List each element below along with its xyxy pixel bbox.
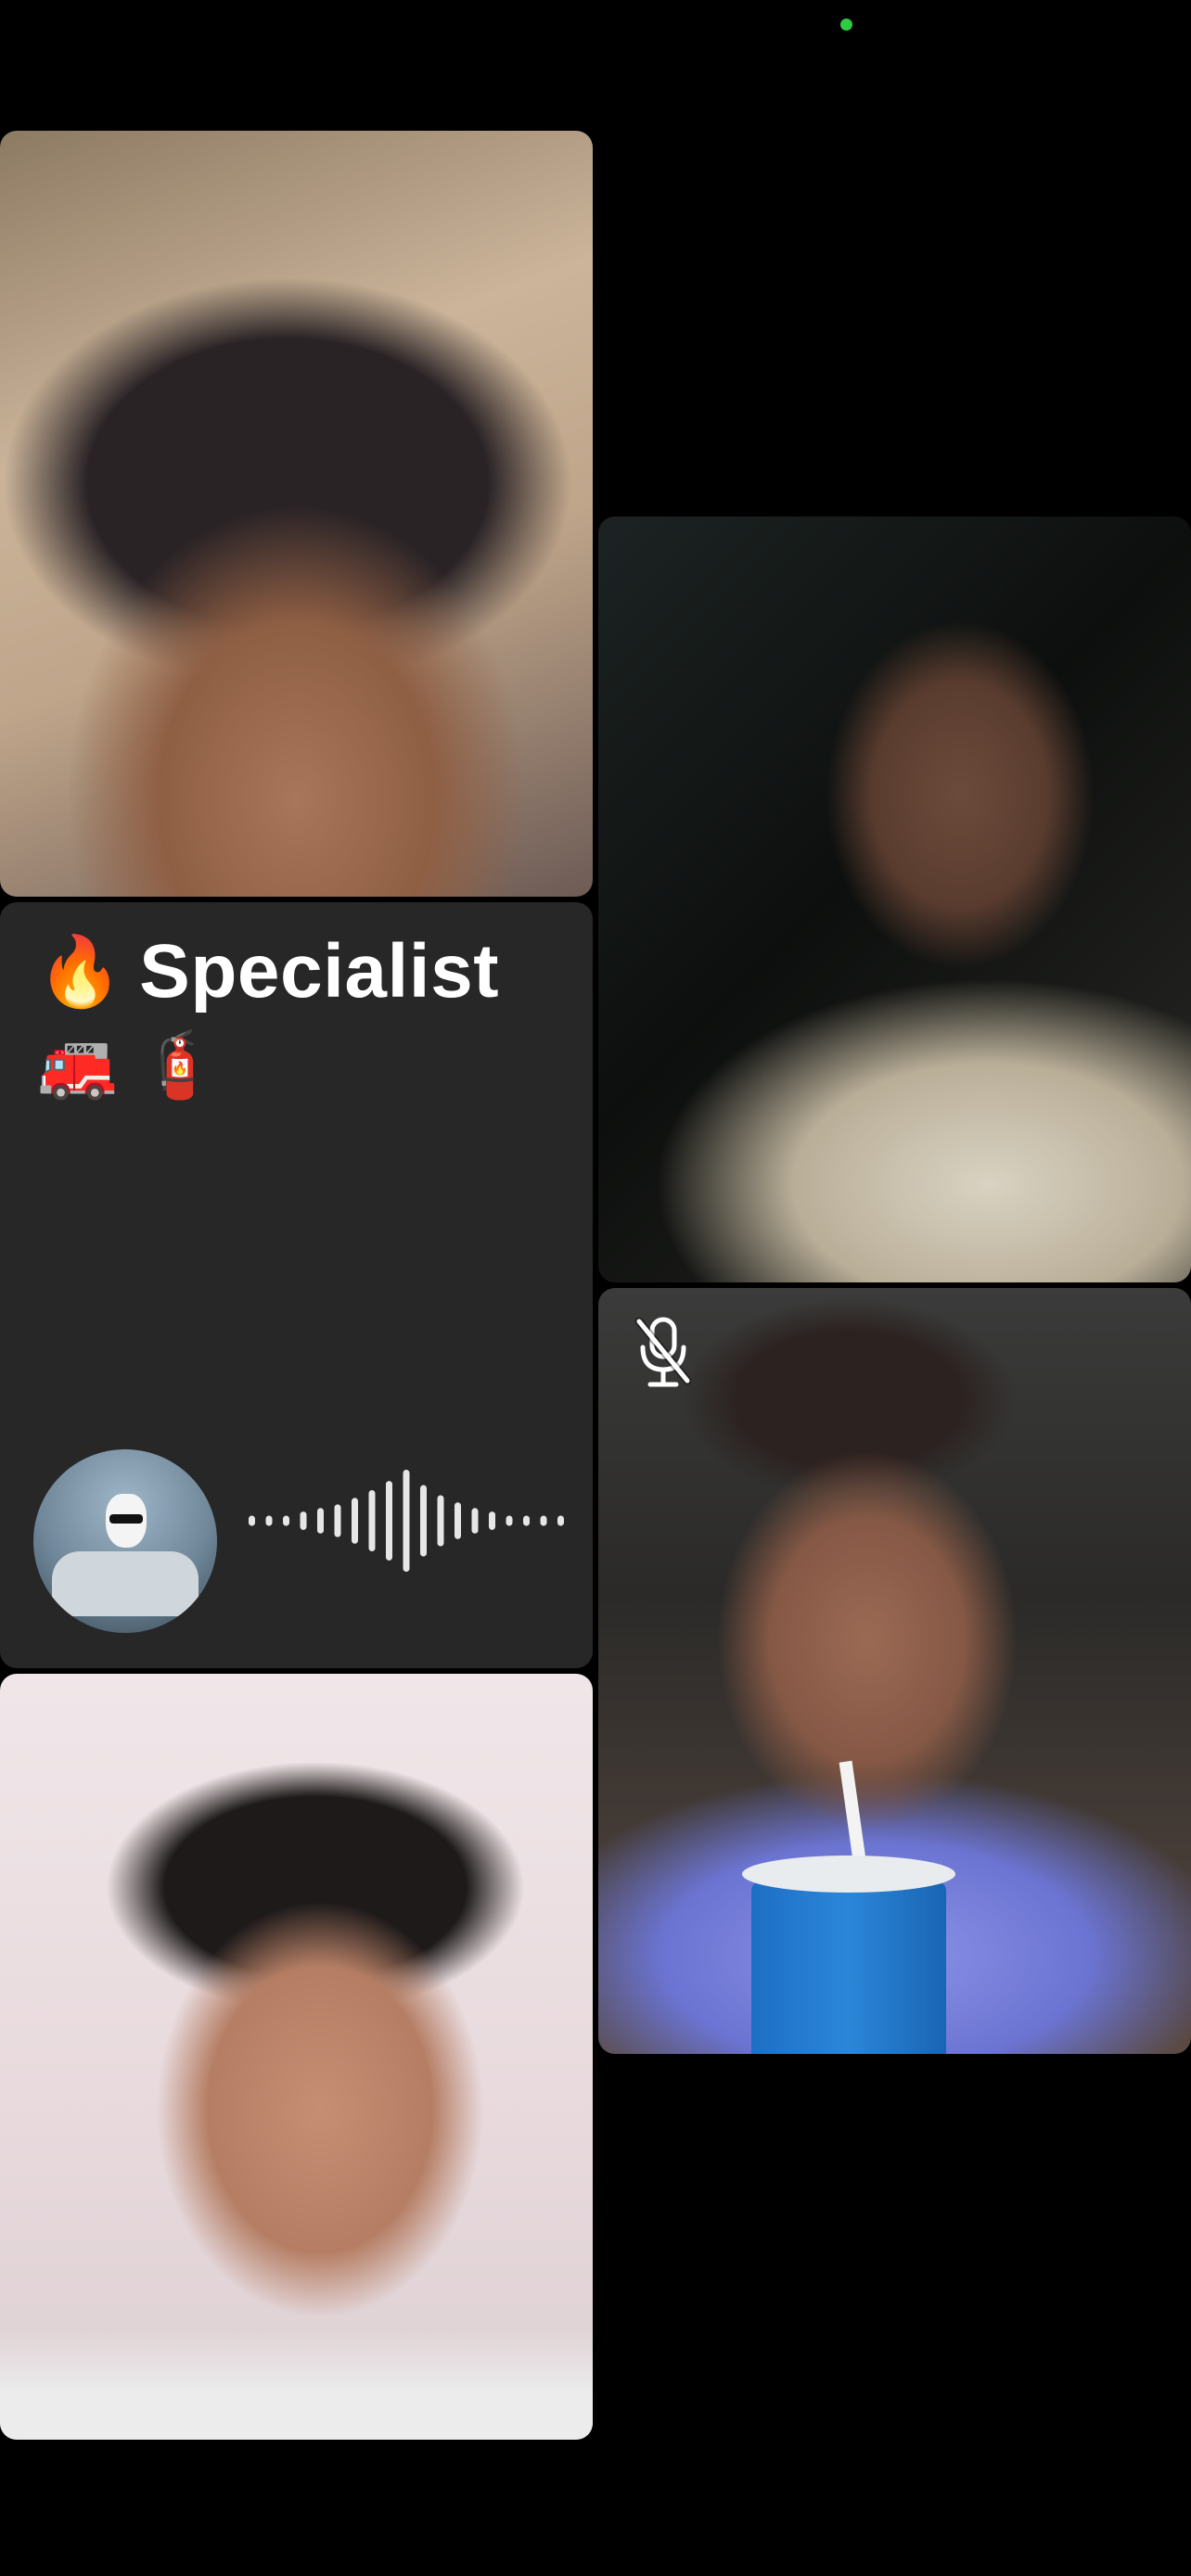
participant-tile-middle-right[interactable]	[598, 516, 1191, 1282]
participant-avatar	[33, 1449, 217, 1633]
participant-tile-audio-only[interactable]: 🔥 Specialist 🚒 🧯	[0, 902, 593, 1668]
fire-engine-emoji: 🚒	[37, 1028, 119, 1101]
participant-name: Specialist	[139, 929, 499, 1014]
waveform-bar	[352, 1498, 358, 1544]
participant-tile-bottom-right[interactable]	[598, 1288, 1191, 2054]
participant-video	[598, 1288, 1191, 2054]
waveform-bar	[557, 1515, 564, 1526]
waveform-bar	[283, 1515, 289, 1526]
participant-tile-top-left[interactable]	[0, 131, 593, 897]
speaking-waveform-icon	[249, 1470, 564, 1572]
waveform-bar	[386, 1481, 392, 1561]
waveform-bar	[540, 1515, 547, 1526]
participant-tile-bottom-left[interactable]	[0, 1674, 593, 2440]
participant-video	[598, 516, 1191, 1282]
avatar-car	[52, 1551, 198, 1616]
avatar-sunglasses	[109, 1514, 143, 1524]
waveform-bar	[403, 1470, 410, 1572]
waveform-bar	[489, 1511, 495, 1530]
waveform-bar	[265, 1515, 273, 1526]
waveform-bar	[420, 1485, 427, 1557]
waveform-bar	[455, 1502, 461, 1539]
waveform-bar	[523, 1515, 530, 1526]
fire-emoji: 🔥	[37, 933, 123, 1010]
waveform-bar	[368, 1490, 376, 1551]
participant-name-row: 🔥 Specialist	[37, 934, 499, 1010]
waveform-bar	[334, 1504, 341, 1537]
participant-video	[0, 131, 593, 897]
waveform-bar	[249, 1515, 255, 1526]
waveform-bar	[471, 1508, 479, 1534]
waveform-bar	[300, 1511, 307, 1530]
waveform-bar	[437, 1495, 444, 1547]
waveform-bar	[317, 1508, 324, 1534]
camera-in-use-indicator	[840, 19, 852, 31]
fire-extinguisher-emoji: 🧯	[138, 1028, 220, 1101]
participant-video	[0, 1674, 593, 2440]
participant-emoji-row: 🚒 🧯	[37, 1032, 219, 1097]
waveform-bar	[506, 1515, 513, 1526]
microphone-slash-icon	[634, 1317, 692, 1387]
drink-cup	[742, 1855, 955, 2054]
